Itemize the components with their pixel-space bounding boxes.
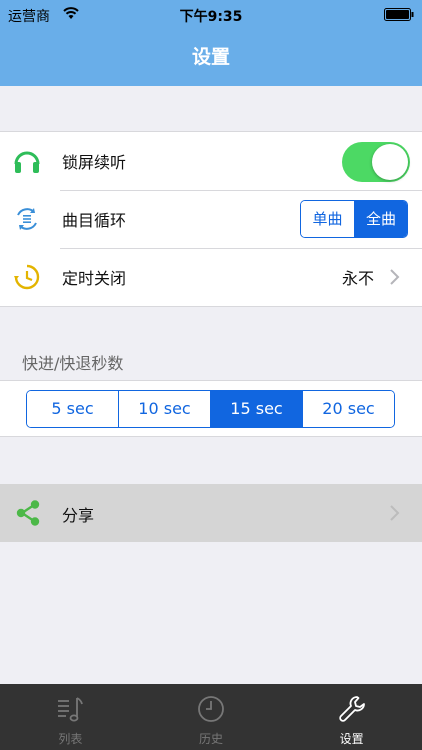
tab-history[interactable]: 历史	[141, 684, 282, 750]
tab-settings-label: 设置	[339, 732, 364, 746]
tab-list[interactable]: 列表	[0, 684, 141, 750]
lock-screen-switch[interactable]	[342, 142, 410, 182]
timer-row[interactable]: 定时关闭 永不	[0, 248, 422, 306]
tab-settings[interactable]: 设置	[281, 684, 422, 750]
timer-value: 永不	[341, 269, 374, 288]
nav-bar: 设置	[0, 28, 422, 86]
chevron-right-icon	[390, 269, 400, 285]
timer-icon	[14, 264, 40, 290]
settings-group: 锁屏续听 曲目循环 单曲 全曲 定时关闭 永不	[0, 131, 422, 307]
loop-option-single[interactable]: 单曲	[301, 201, 354, 237]
tab-bar: 列表 历史 设置	[0, 684, 422, 750]
tab-history-label: 历史	[199, 732, 224, 746]
page-title: 设置	[191, 46, 230, 68]
battery-icon	[384, 8, 414, 21]
wrench-icon	[338, 696, 365, 722]
loop-segmented-control: 单曲 全曲	[300, 200, 408, 238]
seek-segmented-control: 5 sec 10 sec 15 sec 20 sec	[26, 390, 395, 428]
timer-label: 定时关闭	[62, 269, 127, 288]
seek-option-15[interactable]: 15 sec	[210, 391, 302, 427]
seek-option-10[interactable]: 10 sec	[118, 391, 210, 427]
loop-option-all[interactable]: 全曲	[354, 201, 407, 237]
tab-list-label: 列表	[58, 732, 83, 746]
music-list-icon	[58, 697, 84, 722]
chevron-right-icon	[390, 505, 400, 521]
seek-section-header: 快进/快退秒数	[22, 354, 124, 373]
headphones-icon	[14, 151, 40, 173]
loop-label: 曲目循环	[62, 211, 127, 230]
seek-option-5[interactable]: 5 sec	[27, 391, 118, 427]
lock-screen-label: 锁屏续听	[62, 153, 127, 172]
share-icon	[16, 500, 40, 526]
share-row[interactable]: 分享	[0, 484, 422, 542]
seek-option-20[interactable]: 20 sec	[302, 391, 394, 427]
lock-screen-row: 锁屏续听	[0, 132, 422, 190]
seek-group: 5 sec 10 sec 15 sec 20 sec	[0, 380, 422, 437]
repeat-icon	[17, 208, 37, 230]
loop-row: 曲目循环 单曲 全曲	[0, 190, 422, 248]
share-label: 分享	[62, 506, 95, 525]
status-bar: 运营商 下午9:35	[0, 0, 422, 28]
clock-icon	[198, 696, 224, 722]
switch-knob	[372, 144, 408, 180]
status-time: 下午9:35	[179, 9, 243, 25]
